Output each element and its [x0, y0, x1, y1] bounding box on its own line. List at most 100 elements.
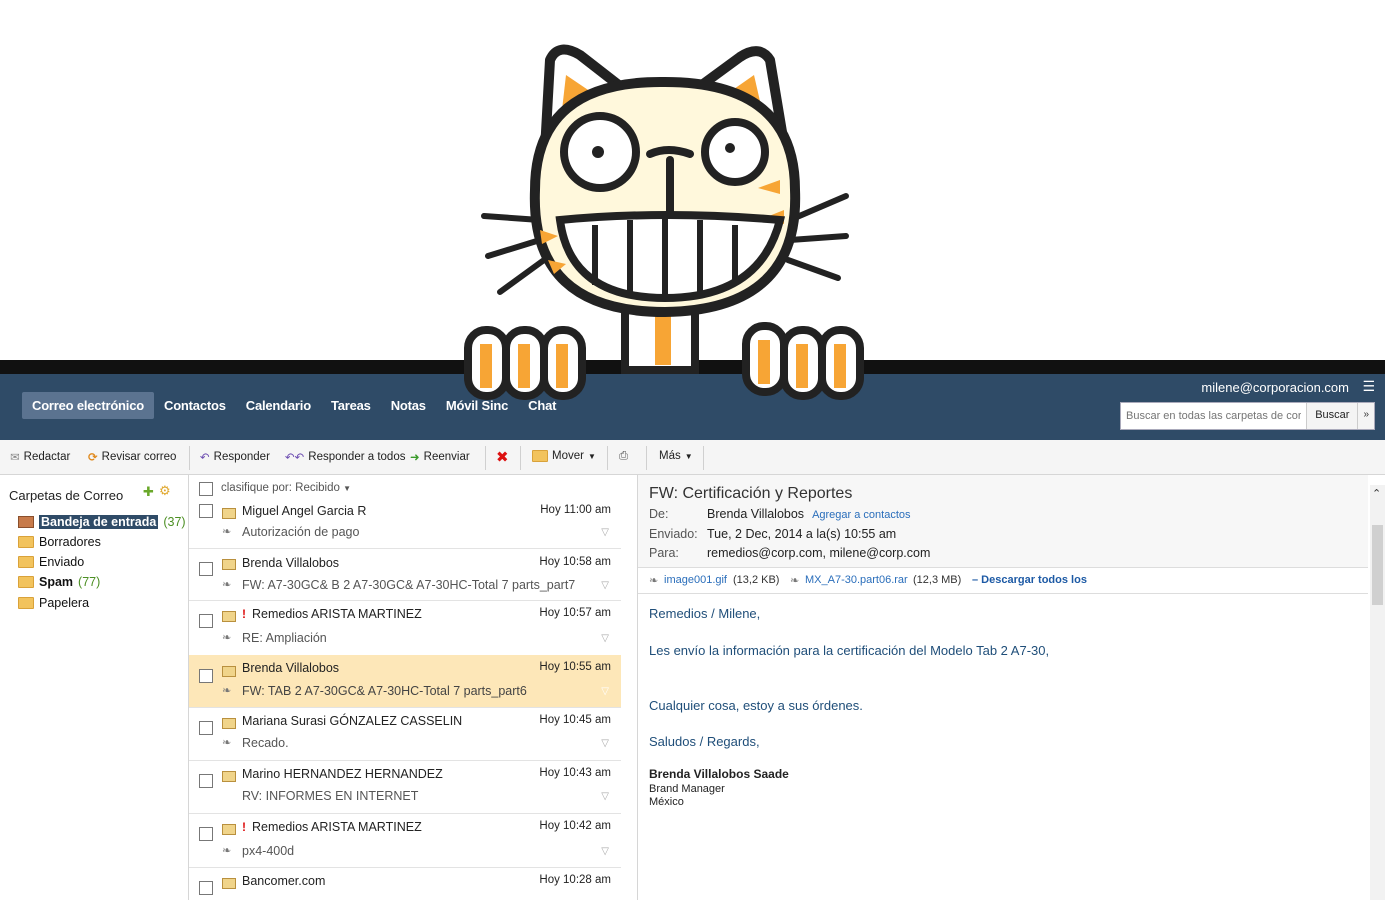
envelope-icon [222, 508, 236, 519]
reply-button[interactable]: ↶ Responder [200, 450, 270, 464]
attachments-bar: ❧ image001.gif (13,2 KB) ❧ MX_A7-30.part… [638, 567, 1368, 594]
attachment-clip-icon: ❧ [222, 845, 232, 857]
message-subject-title: FW: Certificación y Reportes [649, 485, 853, 502]
message-row[interactable]: Mariana Surasi GÓNZALEZ CASSELIN Hoy 10:… [189, 707, 621, 761]
folder-sent[interactable]: Enviado [18, 555, 84, 569]
sent-date: Tue, 2 Dec, 2014 a la(s) 10:55 am [707, 527, 897, 541]
message-time: Hoy 10:58 am [539, 556, 611, 568]
tab-calendar[interactable]: Calendario [236, 392, 321, 419]
reply-all-button[interactable]: ↶↶ Responder a todos [285, 450, 405, 464]
folder-icon [18, 576, 34, 588]
compose-button[interactable]: ✉ Redactar [10, 450, 70, 464]
search-options-chevron-icon[interactable]: » [1357, 403, 1374, 429]
refresh-icon: ⟳ [88, 452, 98, 464]
sort-dropdown[interactable]: clasifique por: Recibido ▼ [221, 482, 351, 494]
add-folder-plus-icon[interactable]: ✚ [143, 484, 154, 500]
compose-label: Redactar [23, 451, 71, 463]
message-sender: Remedios ARISTA MARTINEZ [252, 607, 422, 621]
tab-contacts[interactable]: Contactos [154, 392, 236, 419]
select-all-checkbox[interactable] [199, 482, 213, 496]
add-to-contacts-link[interactable]: Agregar a contactos [812, 509, 910, 521]
row-checkbox[interactable] [199, 881, 213, 895]
reading-pane-scrollbar[interactable]: ⌃ [1370, 485, 1385, 900]
message-subject: Autorización de pago [242, 525, 360, 539]
folder-spam[interactable]: Spam (77) [18, 575, 100, 589]
folder-trash[interactable]: Papelera [18, 596, 89, 610]
message-row[interactable]: Bancomer.com Hoy 10:28 am [189, 867, 621, 900]
attachment-link[interactable]: image001.gif [664, 574, 727, 586]
attachment-clip-icon: ❧ [649, 575, 659, 587]
flag-triangle-icon[interactable]: ▽ [601, 527, 609, 538]
row-checkbox[interactable] [199, 669, 213, 683]
search-button[interactable]: Buscar [1306, 403, 1358, 429]
user-email[interactable]: milene@corporacion.com [1201, 380, 1349, 395]
message-sender: Mariana Surasi GÓNZALEZ CASSELIN [242, 714, 463, 728]
search-input[interactable] [1121, 403, 1307, 429]
delete-button[interactable]: ✖ [496, 448, 509, 466]
message-row-selected[interactable]: Brenda Villalobos Hoy 10:55 am ❧ FW: TAB… [189, 655, 621, 708]
attachment-clip-icon: ❧ [222, 526, 232, 538]
toolbar-divider [520, 446, 521, 470]
envelope-icon: ✉ [10, 452, 20, 464]
flag-triangle-icon[interactable]: ▽ [601, 846, 609, 857]
message-subject: RE: Ampliación [242, 631, 327, 645]
folder-inbox[interactable]: Bandeja de entrada (37) [18, 515, 186, 529]
message-subject: RV: INFORMES EN INTERNET [242, 789, 419, 803]
envelope-icon [222, 559, 236, 570]
move-label: Mover [552, 450, 584, 462]
row-checkbox[interactable] [199, 827, 213, 841]
check-mail-button[interactable]: ⟳ Revisar correo [88, 450, 176, 464]
flag-triangle-icon[interactable]: ▽ [601, 791, 609, 802]
move-button[interactable]: Mover ▼ [532, 450, 596, 462]
flag-triangle-icon[interactable]: ▽ [601, 738, 609, 749]
signature-title: Brand Manager [649, 783, 725, 795]
folders-title: Carpetas de Correo [9, 488, 124, 503]
print-button[interactable]: ⎙ [619, 450, 628, 463]
tab-email[interactable]: Correo electrónico [22, 392, 154, 419]
from-field: Brenda Villalobos Agregar a contactos [707, 507, 911, 521]
scroll-up-chevron-icon[interactable]: ⌃ [1372, 487, 1381, 500]
message-row[interactable]: Miguel Angel Garcia R Hoy 11:00 am ❧ Aut… [189, 501, 621, 549]
flag-triangle-icon[interactable]: ▽ [601, 686, 609, 697]
tab-notes[interactable]: Notas [381, 392, 436, 419]
from-name: Brenda Villalobos [707, 507, 805, 521]
message-header: FW: Certificación y Reportes De: Brenda … [638, 475, 1368, 568]
row-checkbox[interactable] [199, 614, 213, 628]
row-checkbox[interactable] [199, 774, 213, 788]
flag-triangle-icon[interactable]: ▽ [601, 633, 609, 644]
body-line: Les envío la información para la certifi… [649, 643, 1050, 658]
folder-label: Bandeja de entrada [39, 515, 159, 529]
more-button[interactable]: Más ▼ [659, 450, 693, 462]
row-checkbox[interactable] [199, 562, 213, 576]
flag-triangle-icon[interactable]: ▽ [601, 580, 609, 591]
printer-icon: ⎙ [619, 450, 629, 462]
forward-label: Reenviar [423, 451, 470, 463]
download-all-link[interactable]: – Descargar todos los [972, 574, 1087, 586]
tab-tasks[interactable]: Tareas [321, 392, 381, 419]
folder-settings-gear-icon[interactable]: ⚙ [159, 483, 171, 499]
inbox-tray-icon [18, 516, 34, 528]
row-checkbox[interactable] [199, 721, 213, 735]
envelope-icon [222, 611, 236, 622]
to-recipients: remedios@corp.com, milene@corp.com [707, 546, 931, 560]
row-checkbox[interactable] [199, 504, 213, 518]
reply-label: Responder [213, 451, 270, 463]
scrollbar-thumb[interactable] [1372, 525, 1383, 605]
message-row[interactable]: Marino HERNANDEZ HERNANDEZ Hoy 10:43 am … [189, 760, 621, 814]
signature-name: Brenda Villalobos Saade [649, 767, 789, 781]
folder-drafts[interactable]: Borradores [18, 535, 101, 549]
hamburger-menu-icon[interactable]: ☰ [1362, 378, 1375, 395]
mail-toolbar: ✉ Redactar ⟳ Revisar correo ↶ Responder … [0, 440, 1385, 475]
envelope-icon [222, 878, 236, 889]
message-row[interactable]: Brenda Villalobos Hoy 10:58 am ❧ FW: A7-… [189, 548, 621, 601]
attachment-size: (13,2 KB) [733, 574, 780, 586]
chevron-down-icon: ▼ [587, 451, 596, 461]
cat-mascot-illustration [464, 44, 864, 400]
body-line: Cualquier cosa, estoy a sus órdenes. [649, 698, 863, 713]
message-row[interactable]: ! Remedios ARISTA MARTINEZ Hoy 10:42 am … [189, 813, 621, 868]
attachment-clip-icon: ❧ [222, 737, 232, 749]
message-row[interactable]: ! Remedios ARISTA MARTINEZ Hoy 10:57 am … [189, 600, 621, 656]
forward-button[interactable]: ➜ Reenviar [410, 450, 470, 464]
attachment-link[interactable]: MX_A7-30.part06.rar [805, 574, 908, 586]
message-time: Hoy 10:55 am [539, 661, 611, 673]
